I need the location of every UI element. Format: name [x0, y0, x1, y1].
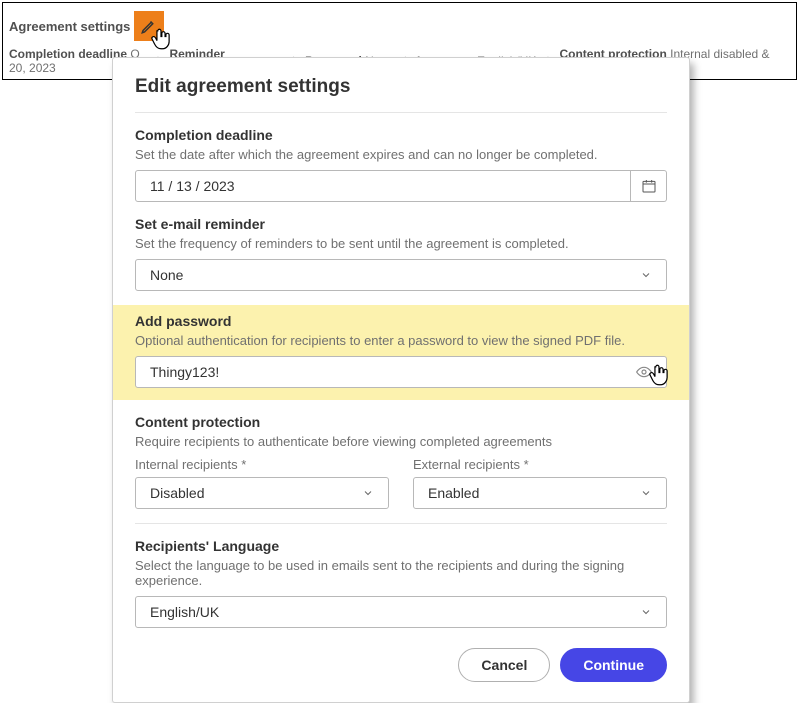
completion-deadline-label: Completion deadline: [9, 47, 127, 61]
password-desc: Optional authentication for recipients t…: [135, 333, 667, 348]
deadline-date-input[interactable]: 11 / 13 / 2023: [135, 170, 631, 202]
external-label: External recipients *: [413, 457, 667, 472]
language-section: Recipients' Language Select the language…: [135, 538, 667, 628]
edit-agreement-modal: Edit agreement settings Completion deadl…: [112, 57, 690, 703]
internal-label: Internal recipients *: [135, 457, 389, 472]
chevron-down-icon: [640, 269, 652, 281]
protection-title: Content protection: [135, 414, 667, 430]
language-title: Recipients' Language: [135, 538, 667, 554]
protection-desc: Require recipients to authenticate befor…: [135, 434, 667, 449]
chevron-down-icon: [640, 606, 652, 618]
completion-deadline-section: Completion deadline Set the date after w…: [135, 127, 667, 202]
internal-select-value: Disabled: [150, 485, 204, 501]
reminder-section: Set e-mail reminder Set the frequency of…: [135, 216, 667, 291]
modal-title: Edit agreement settings: [135, 76, 667, 113]
reminder-title: Set e-mail reminder: [135, 216, 667, 232]
password-section: Add password Optional authentication for…: [113, 305, 689, 400]
reminder-select[interactable]: None: [135, 259, 667, 291]
internal-select[interactable]: Disabled: [135, 477, 389, 509]
calendar-icon: [641, 178, 657, 194]
deadline-desc: Set the date after which the agreement e…: [135, 147, 667, 162]
agreement-settings-label: Agreement settings: [9, 19, 130, 34]
language-desc: Select the language to be used in emails…: [135, 558, 667, 588]
chevron-down-icon: [640, 487, 652, 499]
external-select[interactable]: Enabled: [413, 477, 667, 509]
password-title: Add password: [135, 313, 667, 329]
calendar-button[interactable]: [631, 170, 667, 202]
edit-agreement-button[interactable]: [134, 11, 164, 41]
reminder-desc: Set the frequency of reminders to be sen…: [135, 236, 667, 251]
pencil-icon: [140, 17, 158, 35]
separator: [135, 523, 667, 524]
language-select-value: English/UK: [150, 604, 219, 620]
deadline-title: Completion deadline: [135, 127, 667, 143]
password-input[interactable]: Thingy123!: [135, 356, 667, 388]
chevron-down-icon: [362, 487, 374, 499]
protection-section: Content protection Require recipients to…: [135, 414, 667, 509]
password-input-value: Thingy123!: [150, 364, 219, 380]
reminder-select-value: None: [150, 267, 183, 283]
eye-icon[interactable]: [636, 364, 652, 380]
language-select[interactable]: English/UK: [135, 596, 667, 628]
external-select-value: Enabled: [428, 485, 479, 501]
